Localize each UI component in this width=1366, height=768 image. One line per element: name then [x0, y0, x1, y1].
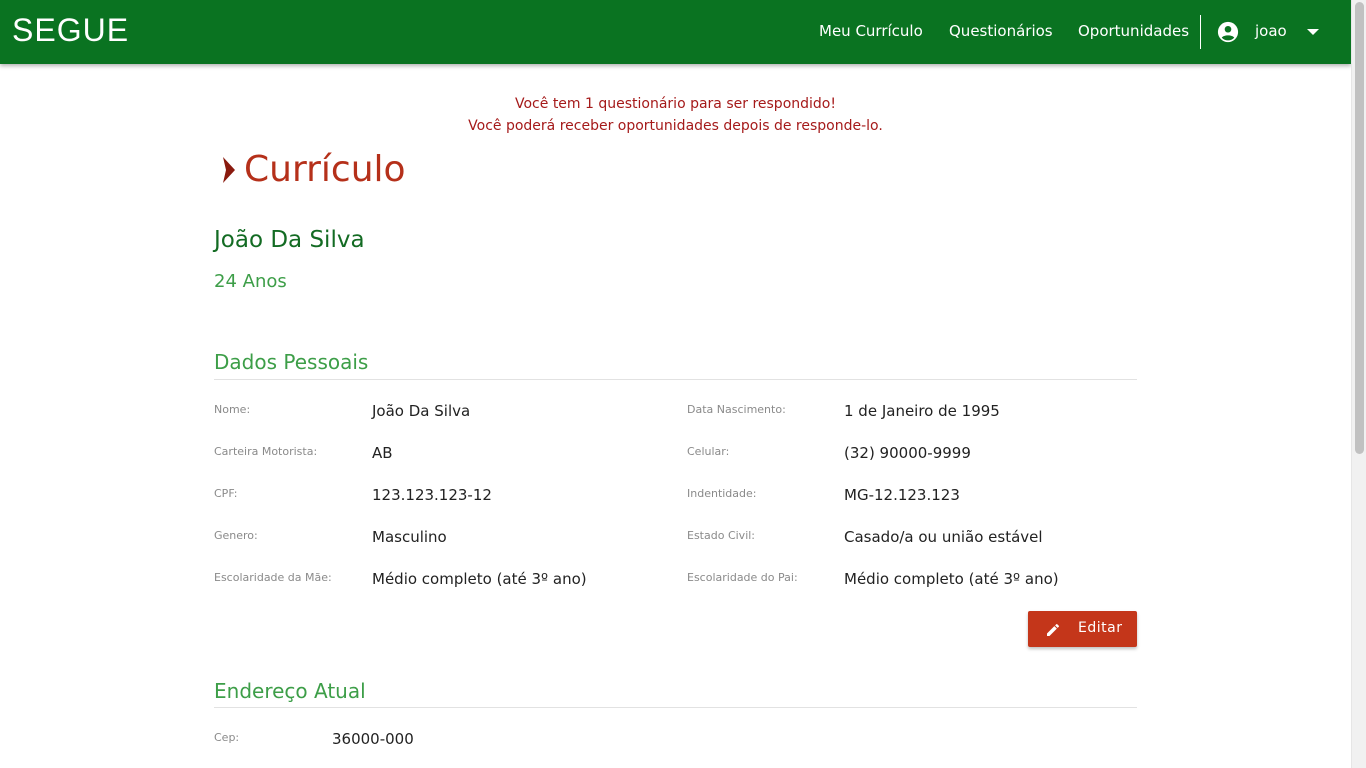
field-value-carteira-motorista: AB [372, 444, 393, 462]
field-label-escolaridade-mae: Escolaridade da Mãe: [214, 571, 332, 584]
field-label-data-nascimento: Data Nascimento: [687, 403, 786, 416]
section-divider [214, 379, 1137, 380]
field-label-genero: Genero: [214, 529, 258, 542]
nav-meu-curriculo[interactable]: Meu Currículo [819, 22, 923, 40]
page-scrollbar[interactable] [1351, 0, 1366, 768]
user-menu-name[interactable]: joao [1255, 22, 1287, 40]
edit-button[interactable]: Editar [1028, 611, 1137, 647]
field-label-identidade: Indentidade: [687, 487, 757, 500]
field-value-cpf: 123.123.123-12 [372, 486, 492, 504]
field-value-escolaridade-mae: Médio completo (até 3º ano) [372, 570, 587, 588]
field-label-estado-civil: Estado Civil: [687, 529, 756, 542]
nav-oportunidades[interactable]: Oportunidades [1078, 22, 1189, 40]
field-value-data-nascimento: 1 de Janeiro de 1995 [844, 402, 1000, 420]
person-age: 24 Anos [214, 271, 287, 292]
field-value-genero: Masculino [372, 528, 447, 546]
field-value-cep: 36000-000 [332, 730, 414, 748]
field-value-escolaridade-pai: Médio completo (até 3º ano) [844, 570, 1059, 588]
nav-divider [1200, 15, 1201, 49]
person-name: João Da Silva [214, 227, 365, 253]
section-endereco-atual: Endereço Atual [214, 679, 366, 703]
pencil-icon [1047, 623, 1060, 636]
field-value-identidade: MG-12.123.123 [844, 486, 960, 504]
caret-down-icon[interactable] [1307, 29, 1319, 35]
field-value-nome: João Da Silva [372, 402, 471, 420]
top-navbar: SEGUE Meu Currículo Questionários Oportu… [0, 0, 1351, 64]
notice-line-2: Você poderá receber oportunidades depois… [468, 118, 883, 134]
scrollbar-thumb[interactable] [1355, 2, 1364, 454]
field-value-estado-civil: Casado/a ou união estável [844, 528, 1043, 546]
field-label-cep: Cep: [214, 731, 240, 744]
field-value-celular: (32) 90000-9999 [844, 444, 971, 462]
section-dados-pessoais: Dados Pessoais [214, 350, 369, 374]
page-title: Currículo [244, 149, 406, 190]
field-label-cpf: CPF: [214, 487, 238, 500]
field-label-celular: Celular: [687, 445, 730, 458]
field-label-carteira-motorista: Carteira Motorista: [214, 445, 318, 458]
edit-button-label: Editar [1078, 620, 1123, 636]
section-divider [214, 707, 1137, 708]
field-label-nome: Nome: [214, 403, 251, 416]
field-label-escolaridade-pai: Escolaridade do Pai: [687, 571, 798, 584]
nav-questionarios[interactable]: Questionários [949, 22, 1053, 40]
brand-logo[interactable]: SEGUE [12, 12, 129, 49]
notice-line-1: Você tem 1 questionário para ser respond… [515, 96, 836, 112]
chevron-right-icon [223, 157, 235, 183]
account-circle-icon[interactable] [1217, 21, 1239, 43]
